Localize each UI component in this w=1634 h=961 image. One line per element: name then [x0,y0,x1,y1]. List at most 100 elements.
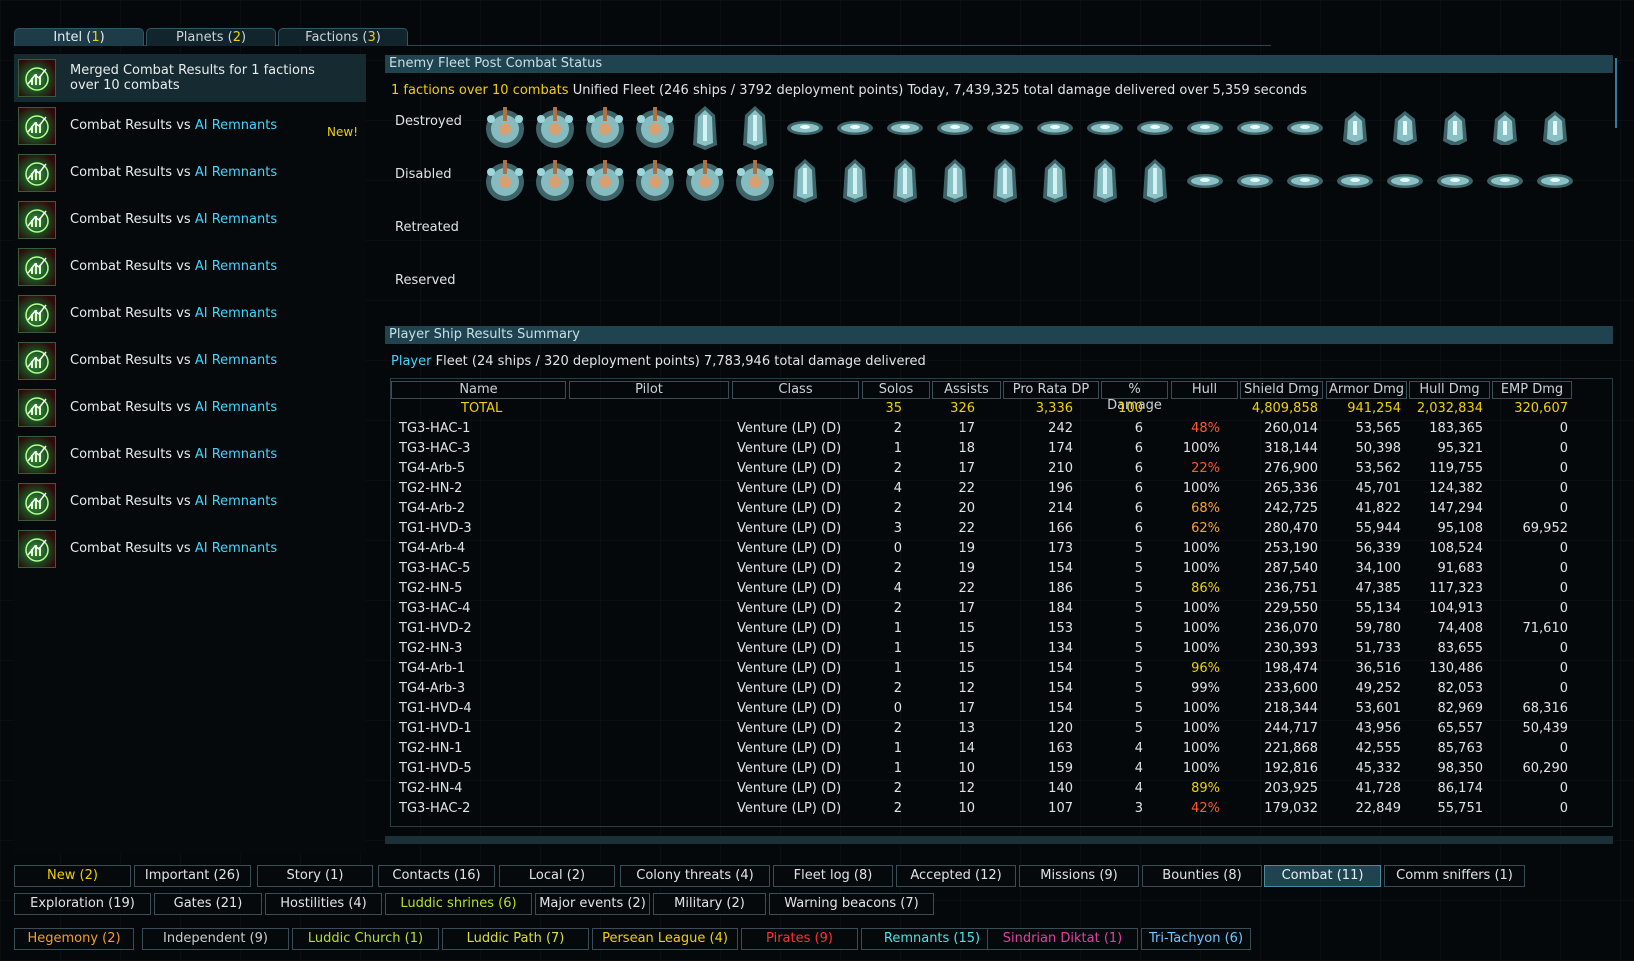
intel-list-item[interactable]: Combat Results vs AI Remnants New! [14,102,366,149]
intel-list-item[interactable]: Combat Results vs AI Remnants [14,384,366,431]
filter-fleet-log-button[interactable]: Fleet log (8) [773,865,893,887]
intel-list-item[interactable]: Combat Results vs AI Remnants [14,337,366,384]
enemy-ship-icon[interactable] [482,105,528,151]
filter-major-events-button[interactable]: Major events (2) [535,893,650,915]
enemy-ship-icon[interactable] [932,158,978,204]
enemy-ship-icon[interactable] [1282,105,1328,151]
enemy-ship-icon[interactable] [932,105,978,151]
intel-list-item[interactable]: Combat Results vs AI Remnants [14,478,366,525]
enemy-ship-icon[interactable] [1532,105,1578,151]
tab-intel[interactable]: Intel (1) [14,28,144,46]
enemy-ship-icon[interactable] [1532,158,1578,204]
filter-persean-league-button[interactable]: Persean League (4) [592,928,738,950]
filter-story-button[interactable]: Story (1) [257,865,373,887]
enemy-ship-icon[interactable] [782,158,828,204]
column-header[interactable]: Class [732,381,859,399]
column-header[interactable]: Pro Rata DP [1003,381,1099,399]
filter-exploration-button[interactable]: Exploration (19) [14,893,151,915]
enemy-ship-icon[interactable] [582,158,628,204]
filter-military-button[interactable]: Military (2) [653,893,766,915]
filter-hegemony-button[interactable]: Hegemony (2) [14,928,134,950]
enemy-ship-icon[interactable] [1332,105,1378,151]
intel-list-item[interactable]: Combat Results vs AI Remnants [14,290,366,337]
enemy-ship-icon[interactable] [1432,158,1478,204]
enemy-ship-icon[interactable] [1232,105,1278,151]
intel-list-item[interactable]: Combat Results vs AI Remnants [14,243,366,290]
filter-luddic-church-button[interactable]: Luddic Church (1) [292,928,439,950]
column-header[interactable]: EMP Dmg [1492,381,1572,399]
enemy-ship-icon[interactable] [482,158,528,204]
tab-planets[interactable]: Planets (2) [146,28,276,46]
column-header[interactable]: Pilot [569,381,729,399]
filter-pirates-button[interactable]: Pirates (9) [741,928,858,950]
enemy-ship-icon[interactable] [1132,158,1178,204]
enemy-ship-icon[interactable] [582,105,628,151]
enemy-ship-icon[interactable] [882,158,928,204]
enemy-ship-icon[interactable] [632,158,678,204]
intel-list-item[interactable]: Combat Results vs AI Remnants [14,149,366,196]
column-header[interactable]: Solos [862,381,930,399]
enemy-ship-icon[interactable] [982,158,1028,204]
enemy-ship-icon[interactable] [1082,158,1128,204]
filter-accepted-button[interactable]: Accepted (12) [896,865,1016,887]
filter-remnants-button[interactable]: Remnants (15) [861,928,1003,950]
enemy-ship-icon[interactable] [1032,158,1078,204]
cell-assists: 22 [958,481,975,496]
enemy-ship-icon[interactable] [782,105,828,151]
filter-independent-button[interactable]: Independent (9) [142,928,289,950]
enemy-ship-icon[interactable] [982,105,1028,151]
filter-comm-sniffers-button[interactable]: Comm sniffers (1) [1384,865,1525,887]
enemy-ship-icon[interactable] [1482,105,1528,151]
intel-list-item[interactable]: Combat Results vs AI Remnants [14,196,366,243]
enemy-ship-icon[interactable] [1232,158,1278,204]
enemy-ship-icon[interactable] [1082,105,1128,151]
filter-new-button[interactable]: New (2) [14,865,131,887]
filter-warning-beacons-button[interactable]: Warning beacons (7) [769,893,934,915]
enemy-ship-icon[interactable] [682,105,728,151]
filter-luddic-shrines-button[interactable]: Luddic shrines (6) [385,893,532,915]
filter-missions-button[interactable]: Missions (9) [1019,865,1139,887]
enemy-ship-icon[interactable] [1382,105,1428,151]
column-header[interactable]: Shield Dmg [1240,381,1323,399]
column-header[interactable]: Assists [932,381,1001,399]
enemy-ship-icon[interactable] [832,105,878,151]
filter-tri-tachyon-button[interactable]: Tri-Tachyon (6) [1141,928,1251,950]
filter-gates-button[interactable]: Gates (21) [154,893,262,915]
filter-sindrian-diktat-button[interactable]: Sindrian Diktat (1) [987,928,1138,950]
enemy-ship-icon[interactable] [682,158,728,204]
column-header[interactable]: Hull Dmg [1409,381,1490,399]
enemy-ship-icon[interactable] [532,105,578,151]
column-header[interactable]: Armor Dmg [1326,381,1407,399]
enemy-ship-icon[interactable] [1332,158,1378,204]
filter-contacts-button[interactable]: Contacts (16) [378,865,495,887]
filter-important-button[interactable]: Important (26) [134,865,251,887]
filter-combat-button[interactable]: Combat (11) [1264,865,1381,887]
enemy-ship-icon[interactable] [1182,105,1228,151]
enemy-ship-icon[interactable] [732,158,778,204]
intel-list-item[interactable]: Combat Results vs AI Remnants [14,525,366,572]
filter-hostilities-button[interactable]: Hostilities (4) [265,893,382,915]
column-header[interactable]: Name [391,381,566,399]
enemy-ship-icon[interactable] [632,105,678,151]
enemy-ship-icon[interactable] [1482,158,1528,204]
filter-luddic-path-button[interactable]: Luddic Path (7) [442,928,589,950]
filter-bounties-button[interactable]: Bounties (8) [1142,865,1262,887]
enemy-ship-icon[interactable] [1382,158,1428,204]
column-header[interactable]: Hull [1171,381,1238,399]
scrollbar[interactable] [1615,58,1617,128]
enemy-ship-icon[interactable] [882,105,928,151]
enemy-ship-icon[interactable] [1182,158,1228,204]
enemy-ship-icon[interactable] [532,158,578,204]
enemy-ship-icon[interactable] [1282,158,1328,204]
enemy-ship-icon[interactable] [1432,105,1478,151]
tab-factions[interactable]: Factions (3) [278,28,408,46]
enemy-ship-icon[interactable] [1032,105,1078,151]
enemy-ship-icon[interactable] [832,158,878,204]
filter-colony-threats-button[interactable]: Colony threats (4) [620,865,770,887]
intel-list-item[interactable]: Combat Results vs AI Remnants [14,431,366,478]
filter-local-button[interactable]: Local (2) [499,865,615,887]
enemy-ship-icon[interactable] [1132,105,1178,151]
intel-list-item[interactable]: Merged Combat Results for 1 factions over… [14,54,366,102]
column-header[interactable]: % Damage [1101,381,1168,413]
enemy-ship-icon[interactable] [732,105,778,151]
